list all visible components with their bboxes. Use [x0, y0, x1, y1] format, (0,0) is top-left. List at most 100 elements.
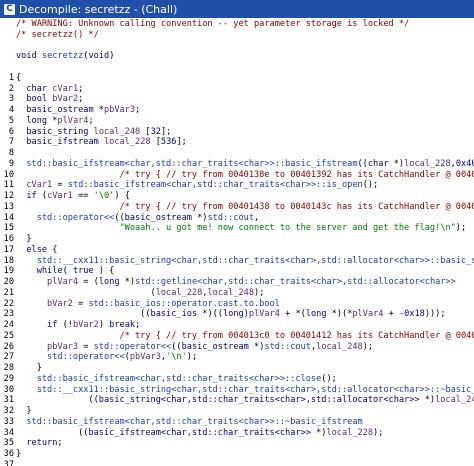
code-line[interactable]: 9 std::basic_ifstream<char,std::char_tra…: [0, 159, 474, 170]
code-token: (: [62, 266, 73, 277]
line-number: 34: [3, 427, 14, 438]
code-line[interactable]: 23 ((basic_ios *)((long)plVar4 + *(long …: [0, 309, 474, 320]
code-line[interactable]: 26 pbVar3 = std::operator<<((basic_ostre…: [0, 342, 474, 353]
code-line[interactable]: 8: [0, 148, 474, 159]
code-line[interactable]: 20 plVar4 = (long *)std::getline<char,st…: [0, 277, 474, 288]
code-line[interactable]: 19 while( true ) {: [0, 266, 474, 277]
code-token: while: [36, 266, 63, 277]
code-token: + *(: [279, 309, 306, 320]
window-title: Decompile: secretzz - (Chall): [19, 2, 178, 16]
line-number: 15: [3, 223, 14, 234]
code-line[interactable]: 12 if (cVar1 == '\0') {: [0, 191, 474, 202]
code-line[interactable]: 16 }: [0, 234, 474, 245]
code-token: plVar4: [352, 309, 384, 320]
code-line[interactable]: 6 basic_string local_248 [32];: [0, 127, 474, 138]
line-number: 21: [3, 287, 14, 298]
code-line[interactable]: 17 else {: [0, 245, 474, 256]
code-line[interactable]: 36}: [0, 449, 474, 460]
code-token: "Woaah.. u got me! now connect to the se…: [119, 223, 456, 234]
code-line[interactable]: [0, 41, 474, 52]
code-line[interactable]: 30 std::__cxx11::basic_string<char,std::…: [0, 385, 474, 396]
line-number: 10: [3, 169, 14, 180]
line-number: 4: [8, 105, 14, 115]
code-line[interactable]: 15 "Woaah.. u got me! now connect to the…: [0, 223, 474, 234]
code-token: else: [26, 244, 48, 255]
code-token: *): [191, 212, 208, 223]
line-number: 36: [3, 449, 14, 459]
line-number: 7: [8, 137, 14, 148]
code-token: char: [367, 158, 389, 169]
code-token: std::__cxx11::basic_string<char,std::cha…: [36, 384, 474, 395]
code-line[interactable]: 11 cVar1 = std::basic_ifstream<char,std:…: [0, 180, 474, 191]
code-token: *): [388, 158, 405, 169]
code-line[interactable]: 7 basic_ifstream local_228 [536];: [0, 137, 474, 148]
code-token: cVar1: [26, 180, 53, 191]
code-token: ();: [362, 180, 379, 191]
line-number: 13: [3, 201, 14, 212]
code-line[interactable]: 21 (local_228,local_248);: [0, 288, 474, 299]
code-token: local_248: [93, 126, 141, 137]
line-number: 16: [3, 234, 14, 244]
code-token: if: [47, 320, 58, 330]
code-token: [: [150, 137, 161, 148]
code-line[interactable]: 10 /* try { // try from 0040138e to 0040…: [0, 170, 474, 181]
code-line[interactable]: 3 bool bVar2;: [0, 94, 474, 105]
code-line[interactable]: 28 }: [0, 363, 474, 374]
code-line[interactable]: 35 return;: [0, 438, 474, 449]
line-number: 19: [3, 266, 14, 277]
code-line[interactable]: [0, 62, 474, 73]
code-token: );: [455, 223, 467, 234]
code-line[interactable]: 18 std::__cxx11::basic_string<char,std::…: [0, 256, 474, 267]
code-line[interactable]: 4 basic_ostream *pbVar3;: [0, 105, 474, 116]
code-token: /* try { // try from 00401438 to 0040143…: [119, 201, 474, 212]
code-line[interactable]: 13 /* try { // try from 00401438 to 0040…: [0, 202, 474, 213]
code-token: ;: [135, 320, 141, 330]
code-line[interactable]: 32 }: [0, 406, 474, 417]
decompiler-code-view[interactable]: /* WARNING: Unknown calling convention -…: [0, 19, 474, 466]
line-number: 6: [8, 126, 14, 137]
code-line[interactable]: 31 ((basic_string<char,std::char_traits<…: [0, 395, 474, 406]
code-line[interactable]: 37: [0, 460, 474, 466]
code-token: ();: [321, 373, 337, 384]
code-token: break: [109, 320, 136, 330]
code-token: (!: [57, 320, 73, 330]
code-token: ;: [78, 94, 84, 105]
code-token: local_248: [435, 395, 474, 406]
code-line[interactable]: 27 std::operator<<(pbVar3,'\n');: [0, 352, 474, 363]
code-line[interactable]: 24 if (!bVar2) break;: [0, 320, 474, 331]
code-token: basic_string<char,std::char_traits<char>…: [98, 395, 420, 406]
code-line[interactable]: 29 std::basic_ifstream<char,std::char_tr…: [0, 374, 474, 385]
code-line[interactable]: 1{: [0, 73, 474, 84]
code-token: }: [16, 406, 32, 416]
window-titlebar[interactable]: C Decompile: secretzz - (Chall): [0, 0, 474, 18]
code-line[interactable]: void secretzz(void): [0, 51, 474, 62]
code-token: pbVar3: [47, 341, 79, 352]
code-line[interactable]: /* WARNING: Unknown calling convention -…: [0, 19, 474, 30]
code-token: = (: [78, 277, 99, 287]
code-token: *: [47, 115, 58, 126]
code-token: basic_ios: [150, 309, 198, 320]
code-token: bVar2: [72, 320, 99, 330]
code-token: basic_string: [26, 126, 89, 137]
code-token: =: [78, 341, 94, 352]
code-line[interactable]: 14 std::operator<<((basic_ostream *)std:…: [0, 213, 474, 224]
code-line[interactable]: 22 bVar2 = std::basic_ios::operator.cast…: [0, 299, 474, 310]
code-token: *)((: [197, 309, 223, 320]
code-line[interactable]: 25 /* try { // try from 004013c0 to 0040…: [0, 331, 474, 342]
code-token: }: [16, 449, 22, 459]
code-token: plVar4: [47, 277, 79, 287]
code-line[interactable]: 5 long *plVar4;: [0, 116, 474, 127]
code-line[interactable]: 34 ((basic_ifstream<char,std::char_trait…: [0, 428, 474, 439]
code-line[interactable]: 33 std::basic_ifstream<char,std::char_tr…: [0, 417, 474, 428]
code-line[interactable]: /* secretzz() */: [0, 30, 474, 41]
code-token: ==: [72, 191, 94, 201]
line-number: 23: [3, 309, 14, 320]
code-token: std::basic_ifstream<char,std::char_trait…: [67, 180, 363, 191]
code-line[interactable]: 2 char cVar1;: [0, 84, 474, 95]
code-token: ((: [16, 309, 151, 320]
